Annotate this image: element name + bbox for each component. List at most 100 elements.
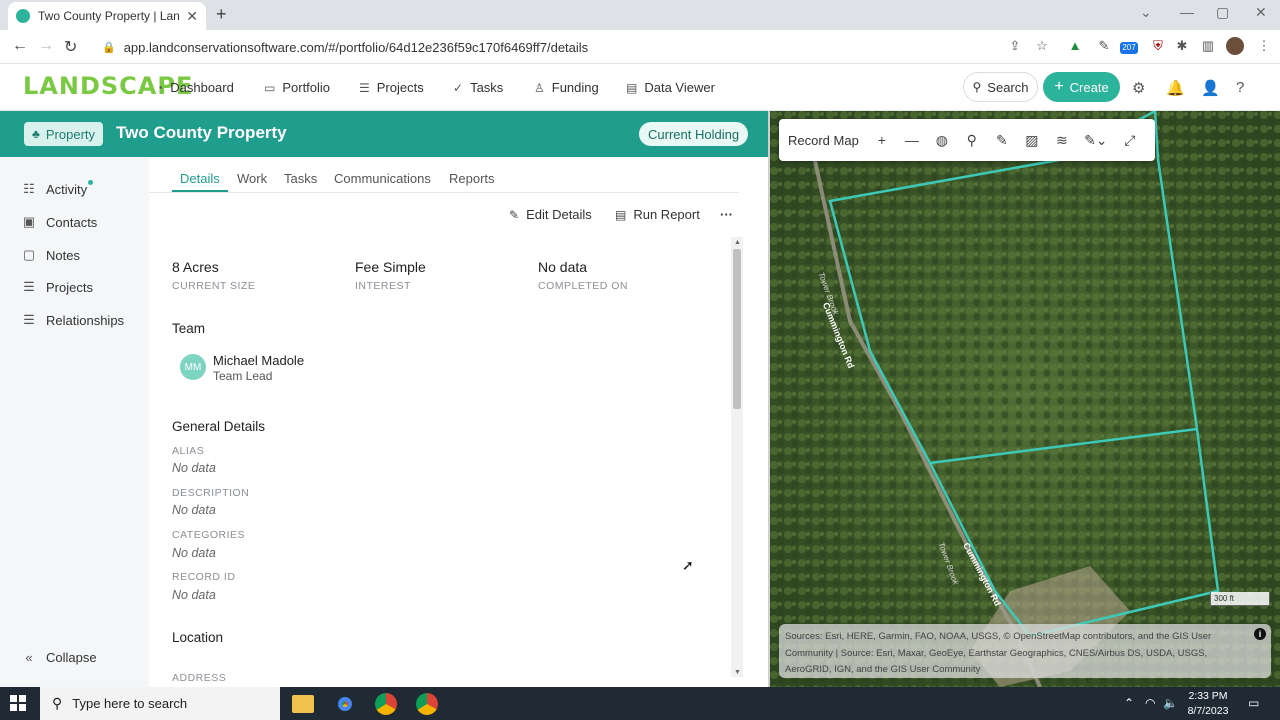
taskbar-search-placeholder: Type here to search bbox=[72, 696, 188, 711]
measure-pencil-icon[interactable]: ✎ bbox=[987, 132, 1017, 149]
puzzle-extensions-icon[interactable]: ✱ bbox=[1174, 38, 1190, 54]
collapse-button[interactable]: « Collapse bbox=[20, 650, 97, 665]
fullscreen-expand-icon[interactable]: ⤢ bbox=[1115, 132, 1145, 149]
nav-tasks[interactable]: ✓ Tasks bbox=[453, 80, 503, 95]
folder-icon: ▭ bbox=[264, 80, 276, 95]
run-report-button[interactable]: ▤ Run Report bbox=[615, 207, 700, 222]
browser-menu-icon[interactable]: ⋮ bbox=[1256, 38, 1272, 54]
scroll-down-arrow-icon[interactable]: ▼ bbox=[734, 669, 741, 676]
volume-icon[interactable]: 🔈 bbox=[1163, 696, 1178, 710]
list-icon: ☰ bbox=[359, 80, 370, 95]
scroll-up-arrow-icon[interactable]: ▲ bbox=[734, 239, 741, 246]
windows-start-icon[interactable] bbox=[10, 695, 26, 711]
tab-reports[interactable]: Reports bbox=[449, 171, 495, 186]
avatar[interactable]: MM bbox=[180, 354, 206, 380]
tab-search-chevron-icon[interactable]: ⌄ bbox=[1140, 4, 1152, 21]
url-field[interactable]: 🔒 app.landconservationsoftware.com/#/por… bbox=[90, 33, 1060, 61]
tab-work[interactable]: Work bbox=[237, 171, 267, 186]
search-magnifier-icon: ⚲ bbox=[52, 695, 63, 711]
bookmark-star-icon[interactable]: ☆ bbox=[1034, 38, 1050, 54]
record-map[interactable]: Cummington Rd Cummington Rd Tower Brook … bbox=[770, 111, 1280, 687]
chrome-icon[interactable] bbox=[334, 693, 356, 715]
maximize-icon[interactable]: ▢ bbox=[1216, 4, 1229, 21]
report-document-icon: ▤ bbox=[615, 207, 627, 222]
url-text: app.landconservationsoftware.com/#/portf… bbox=[123, 39, 589, 55]
create-button[interactable]: + Create bbox=[1043, 72, 1120, 102]
double-chevron-left-icon: « bbox=[25, 650, 33, 665]
edit-details-label: Edit Details bbox=[526, 207, 592, 222]
zoom-in-icon[interactable]: + bbox=[867, 132, 897, 148]
tab-details[interactable]: Details bbox=[180, 171, 220, 186]
pen-extension-icon[interactable]: ✎ bbox=[1096, 38, 1112, 54]
satellite-imagery[interactable] bbox=[770, 111, 1280, 687]
completed-on-value: No data bbox=[538, 259, 588, 275]
mouse-cursor-icon: ➚ bbox=[682, 557, 694, 573]
tab-tasks[interactable]: Tasks bbox=[284, 171, 317, 186]
map-toolbar: Record Map + — ◍ ⚲ ✎ ▨ ≋ ✎⌄ ⤢ bbox=[779, 119, 1155, 161]
notification-center-icon[interactable]: ▭ bbox=[1248, 696, 1259, 710]
extension-badge[interactable]: 207 bbox=[1120, 42, 1138, 54]
forward-icon[interactable]: → bbox=[38, 37, 54, 55]
image-icon[interactable]: ▨ bbox=[1017, 132, 1047, 149]
tray-chevron-up-icon[interactable]: ⌃ bbox=[1124, 696, 1134, 710]
help-icon[interactable]: ? bbox=[1236, 79, 1244, 96]
back-icon[interactable]: ← bbox=[12, 37, 28, 55]
nav-projects-label: Projects bbox=[376, 80, 424, 95]
details-panel: Details Work Tasks Communications Report… bbox=[149, 157, 768, 687]
edit-dropdown-icon[interactable]: ✎⌄ bbox=[1077, 132, 1115, 149]
reload-icon[interactable]: ↻ bbox=[64, 37, 77, 57]
collapse-label: Collapse bbox=[46, 650, 97, 665]
projects-list-icon: ☰ bbox=[23, 279, 35, 294]
drive-extension-icon[interactable]: ▲ bbox=[1067, 38, 1083, 54]
sidebar-panel-icon[interactable]: ▥ bbox=[1200, 38, 1216, 54]
wifi-icon[interactable]: ◠ bbox=[1145, 696, 1155, 710]
settings-gear-icon[interactable]: ⚙ bbox=[1132, 79, 1145, 97]
minimize-icon[interactable]: — bbox=[1180, 4, 1194, 20]
sidebar-item-contacts[interactable]: ▣ Contacts bbox=[20, 214, 97, 230]
layers-icon[interactable]: ≋ bbox=[1047, 132, 1077, 149]
zoom-out-icon[interactable]: — bbox=[897, 132, 927, 148]
property-banner: ♣ Property Two County Property Current Ho… bbox=[0, 111, 768, 157]
taskbar-clock[interactable]: 2:33 PM 8/7/2023 bbox=[1183, 689, 1233, 719]
taskbar-search[interactable]: ⚲ Type here to search bbox=[40, 687, 280, 720]
address-bar-row: ← → ↻ 🔒 app.landconservationsoftware.com… bbox=[0, 30, 1280, 64]
chrome-icon-3[interactable] bbox=[416, 693, 438, 715]
description-label: DESCRIPTION bbox=[172, 487, 250, 499]
globe-icon[interactable]: ◍ bbox=[927, 132, 957, 149]
browser-tab[interactable]: Two County Property | Landscape ✕ bbox=[8, 2, 206, 30]
team-member-name[interactable]: Michael Madole bbox=[213, 353, 304, 368]
nav-projects[interactable]: ☰ Projects bbox=[359, 80, 424, 95]
map-search-icon[interactable]: ⚲ bbox=[957, 132, 987, 149]
tree-icon: ♣ bbox=[32, 127, 40, 141]
sidebar-item-relationships[interactable]: ☰ Relationships bbox=[20, 312, 124, 328]
map-title: Record Map bbox=[788, 132, 859, 148]
chrome-icon-2[interactable] bbox=[375, 693, 397, 715]
notification-bell-icon[interactable]: 🔔 bbox=[1166, 79, 1185, 97]
nav-portfolio[interactable]: ▭ Portfolio bbox=[264, 80, 330, 95]
nav-dashboard[interactable]: ◔ Dashboard bbox=[156, 80, 234, 95]
nav-funding[interactable]: ♙ Funding bbox=[534, 80, 599, 95]
sidebar-item-activity[interactable]: ☷ Activity bbox=[20, 179, 94, 197]
close-window-icon[interactable]: ✕ bbox=[1255, 4, 1267, 21]
windows-taskbar: ⚲ Type here to search ⌃ ◠ 🔈 2:33 PM 8/7/… bbox=[0, 687, 1280, 720]
share-icon[interactable]: ⇪ bbox=[1007, 38, 1023, 54]
shield-extension-icon[interactable]: ⛨ bbox=[1150, 38, 1166, 54]
sidebar-item-notes[interactable]: ▢ Notes bbox=[20, 247, 80, 263]
landscape-favicon-icon bbox=[16, 9, 30, 23]
new-tab-icon[interactable]: + bbox=[216, 4, 227, 25]
more-options-icon[interactable]: ··· bbox=[720, 207, 733, 222]
nav-data-viewer[interactable]: ▤ Data Viewer bbox=[626, 80, 715, 95]
close-tab-icon[interactable]: ✕ bbox=[186, 8, 198, 25]
scrollbar-thumb[interactable] bbox=[733, 249, 741, 409]
tab-divider bbox=[149, 192, 739, 193]
nav-dashboard-label: Dashboard bbox=[170, 80, 234, 95]
edit-details-button[interactable]: ✎ Edit Details bbox=[509, 207, 592, 222]
info-icon[interactable]: i bbox=[1254, 628, 1266, 640]
sidebar-item-projects[interactable]: ☰ Projects bbox=[20, 279, 93, 295]
file-explorer-icon[interactable] bbox=[292, 695, 314, 713]
profile-avatar[interactable] bbox=[1226, 37, 1244, 55]
status-badge[interactable]: Current Holding bbox=[639, 122, 749, 146]
tab-communications[interactable]: Communications bbox=[334, 171, 431, 186]
search-button[interactable]: ⚲ Search bbox=[963, 72, 1038, 102]
user-account-icon[interactable]: 👤 bbox=[1201, 79, 1220, 97]
